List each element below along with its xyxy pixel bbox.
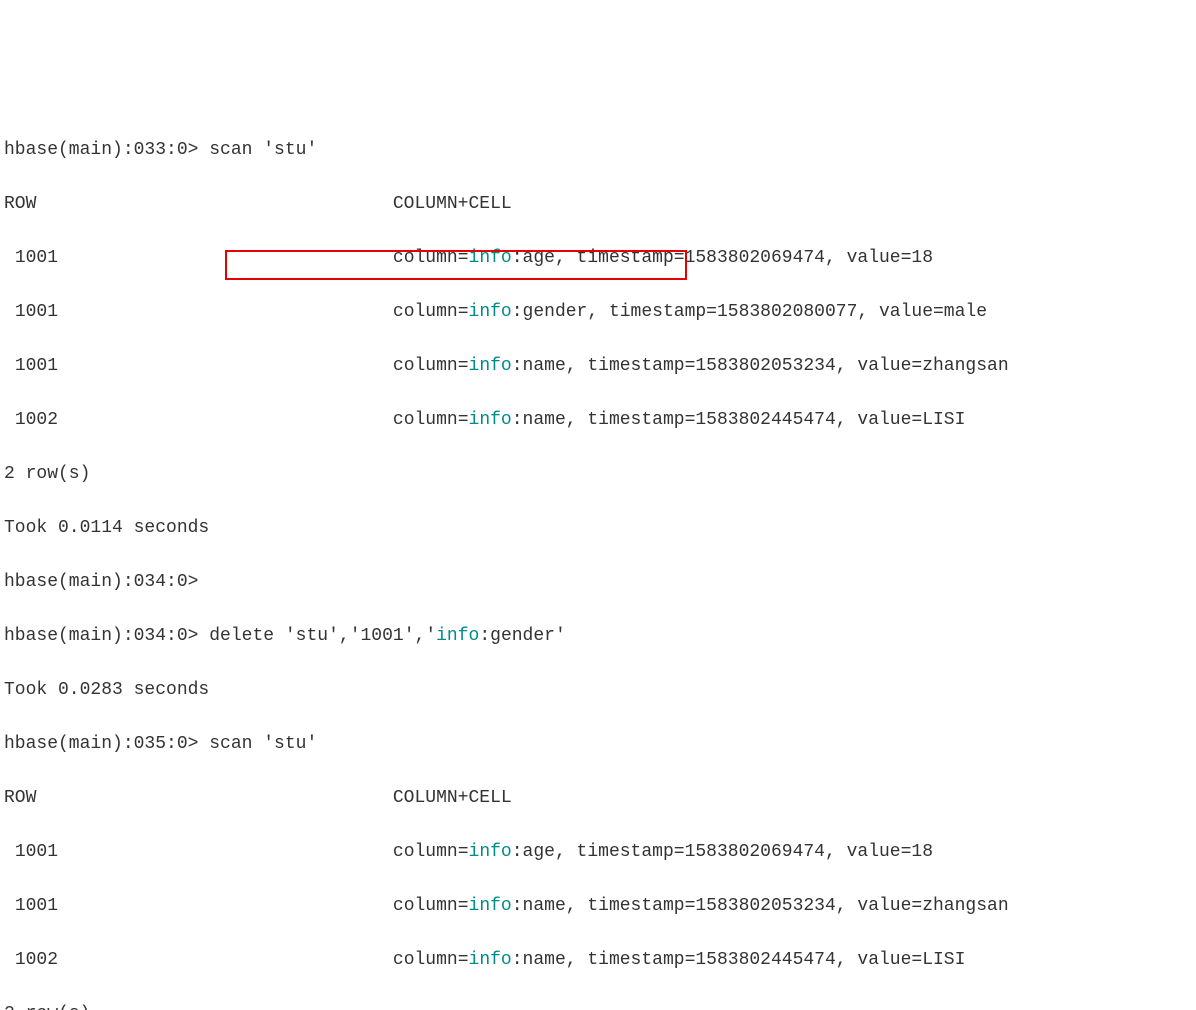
terminal-line-empty[interactable]: hbase(main):034:0> [4, 569, 1192, 596]
col-prefix: column= [393, 302, 469, 322]
info-token: info [469, 356, 512, 376]
data-row: 1002 column=info:name, timestamp=1583802… [4, 947, 1192, 974]
rowkey: 1002 [15, 410, 58, 430]
info-token: info [469, 950, 512, 970]
cmd-string-post: :gender' [479, 626, 565, 646]
terminal-output: hbase(main):033:0> scan 'stu' ROW COLUMN… [4, 110, 1192, 1010]
header-line: ROW COLUMN+CELL [4, 785, 1192, 812]
cmd-text: delete [209, 626, 285, 646]
terminal-line-scan2[interactable]: hbase(main):035:0> scan 'stu' [4, 731, 1192, 758]
cmd-string: 'stu' [263, 140, 317, 160]
data-row: 1001 column=info:age, timestamp=15838020… [4, 839, 1192, 866]
data-row: 1001 column=info:name, timestamp=1583802… [4, 893, 1192, 920]
terminal-line-scan1[interactable]: hbase(main):033:0> scan 'stu' [4, 137, 1192, 164]
header-row: ROW [4, 194, 36, 214]
col-prefix: column= [393, 356, 469, 376]
cmd-string-pre: ' [425, 626, 436, 646]
rowkey: 1001 [15, 896, 58, 916]
prompt: hbase(main):034:0> [4, 626, 209, 646]
data-row: 1001 column=info:age, timestamp=15838020… [4, 245, 1192, 272]
rowkey: 1001 [15, 356, 58, 376]
timing: Took 0.0283 seconds [4, 677, 1192, 704]
info-token: info [469, 896, 512, 916]
col-suffix: :name, timestamp=1583802445474, value=LI… [512, 410, 966, 430]
cmd-string: 'stu' [285, 626, 339, 646]
rowkey: 1001 [15, 302, 58, 322]
col-suffix: :gender, timestamp=1583802080077, value=… [512, 302, 987, 322]
col-suffix: :age, timestamp=1583802069474, value=18 [512, 842, 933, 862]
data-row: 1002 column=info:name, timestamp=1583802… [4, 407, 1192, 434]
rowkey: 1001 [15, 842, 58, 862]
col-prefix: column= [393, 248, 469, 268]
data-row: 1001 column=info:gender, timestamp=15838… [4, 299, 1192, 326]
info-token: info [469, 248, 512, 268]
col-prefix: column= [393, 896, 469, 916]
timing: Took 0.0114 seconds [4, 515, 1192, 542]
header-row: ROW [4, 788, 36, 808]
info-token: info [436, 626, 479, 646]
row-count: 2 row(s) [4, 1001, 1192, 1010]
col-prefix: column= [393, 842, 469, 862]
info-token: info [469, 842, 512, 862]
prompt: hbase(main):033:0> [4, 140, 209, 160]
col-prefix: column= [393, 410, 469, 430]
header-line: ROW COLUMN+CELL [4, 191, 1192, 218]
cmd-text: scan [209, 734, 263, 754]
rowkey: 1002 [15, 950, 58, 970]
header-col: COLUMN+CELL [393, 788, 512, 808]
col-prefix: column= [393, 950, 469, 970]
col-suffix: :name, timestamp=1583802445474, value=LI… [512, 950, 966, 970]
terminal-line-delete[interactable]: hbase(main):034:0> delete 'stu','1001','… [4, 623, 1192, 650]
col-suffix: :name, timestamp=1583802053234, value=zh… [512, 896, 1009, 916]
data-row: 1001 column=info:name, timestamp=1583802… [4, 353, 1192, 380]
row-count: 2 row(s) [4, 461, 1192, 488]
info-token: info [469, 302, 512, 322]
col-suffix: :name, timestamp=1583802053234, value=zh… [512, 356, 1009, 376]
rowkey: 1001 [15, 248, 58, 268]
cmd-string: 'stu' [263, 734, 317, 754]
header-col: COLUMN+CELL [393, 194, 512, 214]
info-token: info [469, 410, 512, 430]
cmd-string: '1001' [350, 626, 415, 646]
cmd-text: scan [209, 140, 263, 160]
prompt: hbase(main):034:0> [4, 572, 198, 592]
prompt: hbase(main):035:0> [4, 734, 209, 754]
col-suffix: :age, timestamp=1583802069474, value=18 [512, 248, 933, 268]
